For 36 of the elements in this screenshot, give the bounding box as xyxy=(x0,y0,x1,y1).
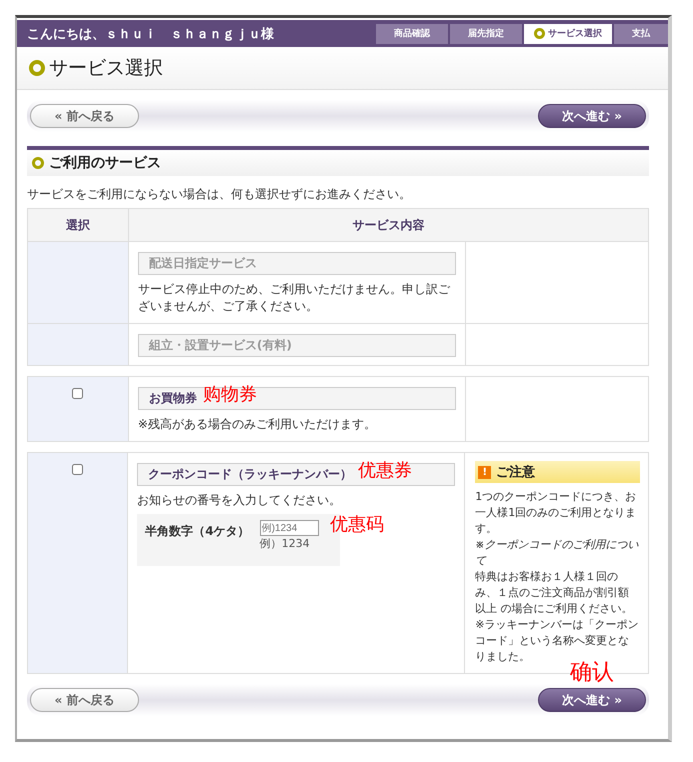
annotation-text: 购物券 xyxy=(202,383,257,406)
column-header: サービス内容 xyxy=(128,208,648,242)
next-button[interactable]: 次へ進む » xyxy=(538,688,646,712)
back-button[interactable]: « 前へ戻る xyxy=(30,104,139,128)
ring-icon xyxy=(534,28,545,39)
section-title: ご利用のサービス xyxy=(49,154,161,172)
service-title: 組立・設置サービス(有料) xyxy=(138,334,456,357)
notice-text: 特典はお客様お１人様１回のみ、１点のご注文商品が割引額以上 の場合にご利用ください。 xyxy=(475,569,634,617)
checkbox[interactable] xyxy=(72,464,84,475)
hint-text: 例）1234 xyxy=(260,536,311,551)
progress-step: 商品確認 xyxy=(376,24,448,44)
notice-text: 1つのクーポンコードにつき、お一人様1回のみのご利用となります。 xyxy=(475,489,638,537)
next-button[interactable]: 次へ進む » xyxy=(538,104,646,128)
description-text: お知らせの番号を入力してください。 xyxy=(137,492,342,509)
checkbox[interactable] xyxy=(72,388,84,399)
intro-text: サービスをご利用にならない場合は、何も選択せずにお進みください。 xyxy=(27,186,412,203)
page-title: サービス選択 xyxy=(49,56,163,81)
description-text: ※残高がある場合のみご利用いただけます。 xyxy=(138,416,377,433)
annotation-text: 优惠券 xyxy=(358,459,412,482)
annotation-text: 确认 xyxy=(570,659,614,687)
ring-icon xyxy=(32,157,44,169)
column-header: 選択 xyxy=(28,208,128,242)
notice-text: ※クーポンコードのご利用について xyxy=(475,537,640,569)
ring-icon xyxy=(29,60,45,76)
progress-step: サービス選択 xyxy=(524,24,612,44)
code-field[interactable]: 例)1234 xyxy=(260,520,319,536)
notice-title: ご注意 xyxy=(496,464,536,481)
progress-step: 支払 xyxy=(614,24,668,44)
service-title: 配送日指定サービス xyxy=(138,252,456,275)
annotation-text: 优惠码 xyxy=(330,513,384,536)
description-text: サービス停止中のため、ご利用いただけません。申し訳ございませんが、ご了承ください。 xyxy=(138,281,451,315)
back-button[interactable]: « 前へ戻る xyxy=(30,688,139,712)
progress-step: 届先指定 xyxy=(450,24,522,44)
input-label: 半角数字（4ケタ） xyxy=(145,523,250,540)
warning-icon: ! xyxy=(478,466,492,478)
greeting-text: こんにちは、ｓｈｕｉ ｓｈａｎｇｊｕ様 xyxy=(27,26,274,42)
